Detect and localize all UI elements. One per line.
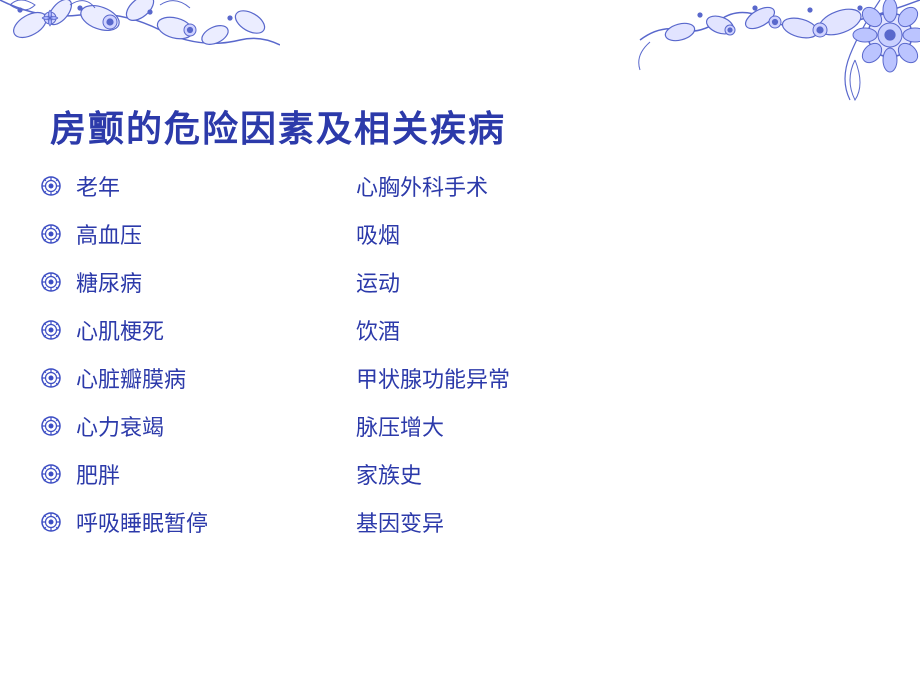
item-left-1: 高血压 — [76, 218, 296, 250]
list-item: 高血压 吸烟 — [40, 218, 880, 250]
item-right-2: 运动 — [356, 266, 400, 298]
item-left-0: 老年 — [76, 170, 296, 202]
list-item: 老年 心胸外科手术 — [40, 170, 880, 202]
item-right-0: 心胸外科手术 — [356, 170, 488, 202]
bullet-icon — [40, 463, 62, 485]
floral-top-right — [600, 0, 920, 110]
item-right-6: 家族史 — [356, 458, 422, 490]
item-right-1: 吸烟 — [356, 218, 400, 250]
list-item: 心肌梗死 饮酒 — [40, 314, 880, 346]
list-item: 糖尿病 运动 — [40, 266, 880, 298]
bullet-icon — [40, 175, 62, 197]
slide: 房颤的危险因素及相关疾病 老年 心胸外科手术 高血压 吸烟 — [0, 0, 920, 690]
item-left-7: 呼吸睡眠暂停 — [76, 506, 296, 538]
item-left-2: 糖尿病 — [76, 266, 296, 298]
bullet-icon — [40, 319, 62, 341]
bullet-icon — [40, 511, 62, 533]
floral-top-left — [0, 0, 280, 90]
item-left-3: 心肌梗死 — [76, 314, 296, 346]
bullet-icon — [40, 415, 62, 437]
item-right-3: 饮酒 — [356, 314, 400, 346]
bullet-icon — [40, 223, 62, 245]
list-item: 心脏瓣膜病 甲状腺功能异常 — [40, 362, 880, 394]
bullet-icon — [40, 271, 62, 293]
item-right-4: 甲状腺功能异常 — [356, 362, 510, 394]
list-item: 呼吸睡眠暂停 基因变异 — [40, 506, 880, 538]
item-right-7: 基因变异 — [356, 506, 444, 538]
page-title: 房颤的危险因素及相关疾病 — [50, 100, 506, 152]
item-left-6: 肥胖 — [76, 458, 296, 490]
item-left-5: 心力衰竭 — [76, 410, 296, 442]
item-right-5: 脉压增大 — [356, 410, 444, 442]
list-item: 肥胖 家族史 — [40, 458, 880, 490]
content-area: 老年 心胸外科手术 高血压 吸烟 糖尿病 运动 — [40, 170, 880, 554]
item-left-4: 心脏瓣膜病 — [76, 362, 296, 394]
list-item: 心力衰竭 脉压增大 — [40, 410, 880, 442]
bullet-icon — [40, 367, 62, 389]
